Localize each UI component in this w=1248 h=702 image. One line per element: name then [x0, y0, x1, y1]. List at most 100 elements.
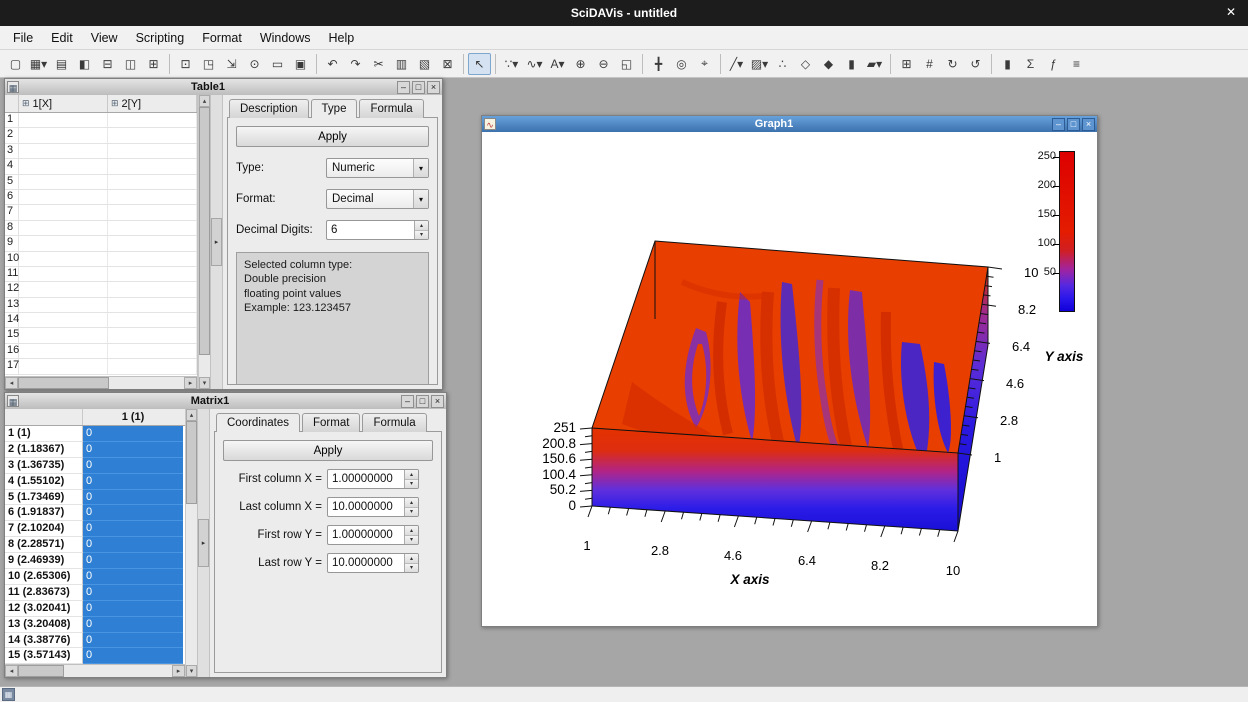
matrix1-row-header[interactable]: 11 (2.83673) [5, 585, 83, 601]
matrix1-row-header[interactable]: 4 (1.55102) [5, 474, 83, 490]
spin-down-icon[interactable]: ▾ [405, 480, 418, 489]
matrix1-vscroll-track[interactable] [186, 421, 197, 665]
table1-cell[interactable] [108, 282, 197, 296]
surface-style-dropdown-button[interactable]: ▰▾ [863, 53, 886, 75]
export-pdf-button[interactable]: ◳ [197, 53, 220, 75]
matrix1-cell[interactable]: 0 [83, 553, 183, 569]
table1-cell[interactable] [19, 282, 108, 296]
table1-cell[interactable] [108, 205, 197, 219]
matrix1-tab-format[interactable]: Format [302, 413, 360, 432]
table1-cell[interactable] [19, 267, 108, 281]
table1-row-number[interactable]: 6 [5, 190, 19, 204]
scroll-up-icon[interactable]: ▴ [186, 409, 197, 421]
matrix1-row-header[interactable]: 5 (1.73469) [5, 490, 83, 506]
matrix1-row-header[interactable]: 3 (1.36735) [5, 458, 83, 474]
table1-panel-splitter[interactable]: ▸ [210, 95, 223, 389]
plot-lines-dropdown-button[interactable]: ∿▾ [523, 53, 546, 75]
save-template-button[interactable]: ⊞ [142, 53, 165, 75]
paste-button[interactable]: ▧ [413, 53, 436, 75]
cut-button[interactable]: ✂ [367, 53, 390, 75]
table1-tab-description[interactable]: Description [229, 99, 309, 118]
add-text-dropdown-button[interactable]: A▾ [546, 53, 569, 75]
scroll-left-icon[interactable]: ◂ [5, 665, 18, 677]
table1-cell[interactable] [19, 144, 108, 158]
add-column-button[interactable]: ▮ [996, 53, 1019, 75]
table1-cell[interactable] [108, 144, 197, 158]
spin-down-icon[interactable]: ▾ [415, 231, 428, 240]
import-ascii-button[interactable]: ⇲ [220, 53, 243, 75]
table1-close-button[interactable]: × [427, 81, 440, 94]
new-aspect-dropdown-button[interactable]: ▦▾ [27, 53, 50, 75]
undo-button[interactable]: ↶ [321, 53, 344, 75]
plot3d-wireframe-button[interactable]: ◇ [794, 53, 817, 75]
menu-edit[interactable]: Edit [42, 28, 82, 48]
matrix1-hscrollbar[interactable]: ◂ ▸ [5, 664, 185, 677]
table1-row-number[interactable]: 2 [5, 128, 19, 142]
table1-cell[interactable] [19, 190, 108, 204]
table1-minimize-button[interactable]: – [397, 81, 410, 94]
matrix1-maximize-button[interactable]: □ [416, 395, 429, 408]
matrix1-row-header[interactable]: 6 (1.91837) [5, 505, 83, 521]
matrix1-column-header[interactable]: 1 (1) [83, 409, 183, 425]
table1-row-number[interactable]: 3 [5, 144, 19, 158]
menu-windows[interactable]: Windows [251, 28, 320, 48]
matrix1-cell[interactable]: 0 [83, 537, 183, 553]
graph1-canvas[interactable]: 251 200.8 150.6 100.4 50.2 0 1 2.8 4.6 6… [482, 132, 1097, 626]
table1-titlebar[interactable]: ▦ Table1 – □ × [5, 79, 442, 95]
statistics-button[interactable]: Σ [1019, 53, 1042, 75]
matrix1-cell[interactable]: 0 [83, 617, 183, 633]
open-project-button[interactable]: ▤ [50, 53, 73, 75]
table1-column-header-1[interactable]: ⊞ 1[X] [19, 95, 108, 112]
matrix1-row-header[interactable]: 12 (3.02041) [5, 601, 83, 617]
spin-up-icon[interactable]: ▴ [405, 526, 418, 536]
matrix1-cell[interactable]: 0 [83, 601, 183, 617]
matrix1-cell[interactable]: 0 [83, 521, 183, 537]
table1-hscroll-track[interactable] [18, 377, 184, 389]
scroll-right-icon[interactable]: ▸ [172, 665, 185, 677]
table1-cell[interactable] [19, 359, 108, 373]
matrix1-cell[interactable]: 0 [83, 458, 183, 474]
table1-cell[interactable] [19, 298, 108, 312]
matrix1-panel-splitter[interactable]: ▸ [197, 409, 210, 677]
open-template-button[interactable]: ◫ [119, 53, 142, 75]
matrix1-cell[interactable]: 0 [83, 442, 183, 458]
table1-cell[interactable] [19, 175, 108, 189]
plot3d-bars-button[interactable]: ▮ [840, 53, 863, 75]
table1-cell[interactable] [19, 252, 108, 266]
spin-up-icon[interactable]: ▴ [405, 554, 418, 564]
table1-tab-formula[interactable]: Formula [359, 99, 423, 118]
table1-cell[interactable] [19, 344, 108, 358]
matrix1-cell[interactable]: 0 [83, 633, 183, 649]
table1-panel-toggle[interactable]: ▸ [211, 218, 222, 266]
matrix1-row-header[interactable]: 9 (2.46939) [5, 553, 83, 569]
matrix1-row-header[interactable]: 14 (3.38776) [5, 633, 83, 649]
preferences-button[interactable]: ≡ [1065, 53, 1088, 75]
table1-cell[interactable] [19, 236, 108, 250]
matrix1-row-header[interactable]: 13 (3.20408) [5, 617, 83, 633]
table1-cell[interactable] [108, 328, 197, 342]
matrix1-cell[interactable]: 0 [83, 569, 183, 585]
scroll-down-icon[interactable]: ▾ [186, 665, 197, 677]
graph1-close-button[interactable]: × [1082, 118, 1095, 131]
matrix1-cell[interactable]: 0 [83, 426, 183, 442]
table1-row-number[interactable]: 1 [5, 113, 19, 127]
plot3d-scatter-button[interactable]: ∴ [771, 53, 794, 75]
matrix1-row-header[interactable]: 2 (1.18367) [5, 442, 83, 458]
spin-up-icon[interactable]: ▴ [415, 221, 428, 231]
table1-cell[interactable] [108, 113, 197, 127]
decimal-digits-input[interactable]: 6 ▴▾ [326, 220, 429, 240]
table1-cell[interactable] [108, 298, 197, 312]
table1-vscroll-track[interactable] [199, 107, 210, 377]
app-titlebar[interactable]: SciDAVis - untitled ✕ [0, 0, 1248, 26]
zoom-out-button[interactable]: ⊖ [592, 53, 615, 75]
spin-up-icon[interactable]: ▴ [405, 498, 418, 508]
table1-vscroll-thumb[interactable] [199, 107, 210, 355]
table1-cell[interactable] [108, 159, 197, 173]
last-row-y-input[interactable]: 10.0000000 ▴▾ [327, 553, 419, 573]
set-values-button[interactable]: ƒ [1042, 53, 1065, 75]
matrix1-cell[interactable]: 0 [83, 585, 183, 601]
first-column-x-input[interactable]: 1.00000000 ▴▾ [327, 469, 419, 489]
graph1-titlebar[interactable]: ∿ Graph1 – □ × [482, 116, 1097, 132]
redo-button[interactable]: ↷ [344, 53, 367, 75]
table1-row-number[interactable]: 9 [5, 236, 19, 250]
